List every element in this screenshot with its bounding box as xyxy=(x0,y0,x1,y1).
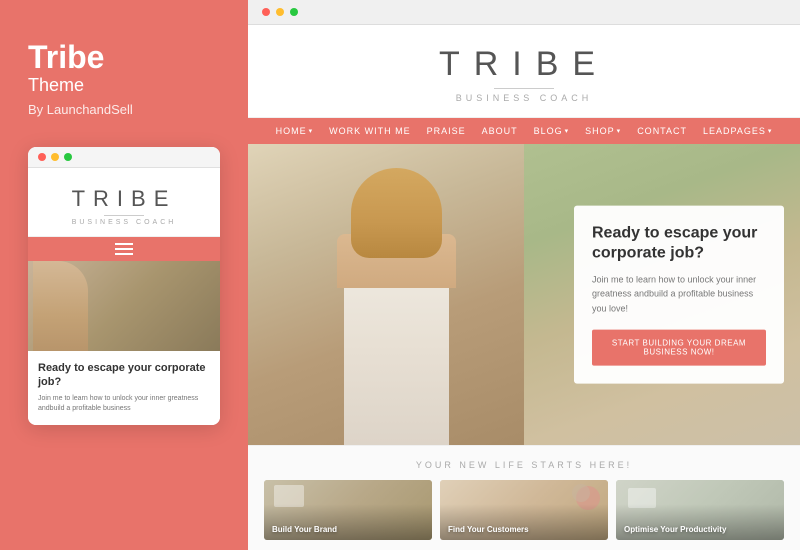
desktop-dot-yellow xyxy=(276,8,284,16)
desktop-logo: TRIBE xyxy=(268,45,780,84)
desktop-browser-bar xyxy=(248,0,800,25)
hero-woman-figure xyxy=(330,144,470,445)
theme-author: By LaunchandSell xyxy=(28,102,133,117)
hero-woman-area xyxy=(248,144,524,445)
mobile-tagline: BUSINESS COACH xyxy=(38,219,210,226)
nav-home[interactable]: HOME ▾ xyxy=(276,126,314,136)
mobile-headline-box: Ready to escape your corporate job? Join… xyxy=(28,351,220,425)
nav-shop-arrow: ▾ xyxy=(617,127,622,135)
desktop-nav: HOME ▾ WORK WITH ME PRAISE ABOUT BLOG ▾ … xyxy=(248,118,800,144)
theme-title: Tribe xyxy=(28,40,133,75)
hero-headline: Ready to escape your corporate job? xyxy=(592,223,766,265)
dot-red xyxy=(38,153,46,161)
mobile-hero-image xyxy=(28,261,220,351)
mobile-headline: Ready to escape your corporate job? xyxy=(38,361,210,390)
desktop-hero: Ready to escape your corporate job? Join… xyxy=(248,144,800,445)
desktop-website-preview: TRIBE BUSINESS COACH HOME ▾ WORK WITH ME… xyxy=(248,25,800,550)
feature-card-3: Optimise Your Productivity xyxy=(616,480,784,540)
nav-shop[interactable]: SHOP ▾ xyxy=(585,126,621,136)
feature-card-2-label: Find Your Customers xyxy=(448,525,600,534)
mobile-body-text: Join me to learn how to unlock your inne… xyxy=(38,394,210,415)
dot-yellow xyxy=(51,153,59,161)
feature-card-2: Find Your Customers xyxy=(440,480,608,540)
mobile-logo-line xyxy=(104,215,144,216)
nav-blog[interactable]: BLOG ▾ xyxy=(534,126,570,136)
mobile-nav-bar xyxy=(28,237,220,261)
desktop-dot-green xyxy=(290,8,298,16)
feature-card-3-label: Optimise Your Productivity xyxy=(624,525,776,534)
desktop-logo-line xyxy=(494,88,554,89)
nav-leadpages[interactable]: LEADPAGES ▾ xyxy=(703,126,772,136)
desktop-tagline: BUSINESS COACH xyxy=(268,93,780,103)
theme-subtitle: Theme xyxy=(28,75,133,96)
hero-cta-button[interactable]: Start building your dream business now! xyxy=(592,330,766,366)
hamburger-icon xyxy=(115,243,133,255)
desktop-dot-red xyxy=(262,8,270,16)
feature-card-1: Build Your Brand xyxy=(264,480,432,540)
nav-contact[interactable]: CONTACT xyxy=(637,126,687,136)
nav-blog-arrow: ▾ xyxy=(565,127,570,135)
mobile-preview-card: TRIBE BUSINESS COACH Ready to escape you… xyxy=(28,147,220,425)
nav-praise[interactable]: PRAISE xyxy=(427,126,466,136)
theme-title-group: Tribe Theme By LaunchandSell xyxy=(28,40,133,147)
desktop-bottom-section: YOUR NEW LIFE STARTS HERE! Build Your Br… xyxy=(248,445,800,550)
hero-text-box: Ready to escape your corporate job? Join… xyxy=(574,205,784,384)
mobile-hero-woman xyxy=(33,261,88,351)
mobile-logo: TRIBE xyxy=(38,186,210,212)
nav-about[interactable]: ABOUT xyxy=(482,126,518,136)
section-label: YOUR NEW LIFE STARTS HERE! xyxy=(264,460,784,470)
desktop-site-header: TRIBE BUSINESS COACH xyxy=(248,25,800,118)
nav-work-with-me[interactable]: WORK WITH ME xyxy=(329,126,411,136)
hero-body-text: Join me to learn how to unlock your inne… xyxy=(592,273,766,316)
nav-home-arrow: ▾ xyxy=(309,127,314,135)
left-panel: Tribe Theme By LaunchandSell TRIBE BUSIN… xyxy=(0,0,248,550)
dot-green xyxy=(64,153,72,161)
feature-cards: Build Your Brand Find Your Customers xyxy=(264,480,784,540)
feature-card-1-label: Build Your Brand xyxy=(272,525,424,534)
right-panel: TRIBE BUSINESS COACH HOME ▾ WORK WITH ME… xyxy=(248,0,800,550)
nav-leadpages-arrow: ▾ xyxy=(768,127,773,135)
mobile-site-header: TRIBE BUSINESS COACH xyxy=(28,168,220,237)
mobile-browser-bar xyxy=(28,147,220,168)
